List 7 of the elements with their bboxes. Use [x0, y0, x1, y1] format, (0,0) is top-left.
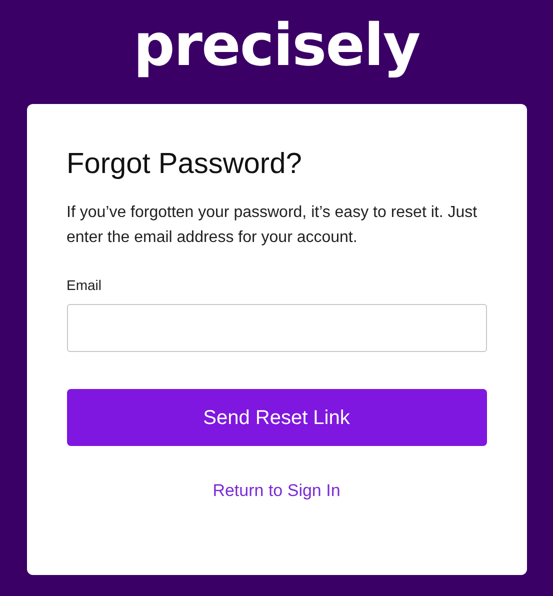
logo: precisely — [133, 10, 420, 81]
email-field[interactable] — [66, 304, 486, 352]
description-text: If you’ve forgotten your password, it’s easy to reset it. Just enter the email address for your account. — [66, 203, 478, 248]
page-title: Forgot Password? — [66, 147, 303, 182]
send-reset-link-button[interactable]: Send Reset Link — [66, 389, 486, 446]
email-label: Email — [66, 276, 103, 294]
return-to-sign-in-link[interactable]: Return to Sign In — [212, 478, 340, 504]
